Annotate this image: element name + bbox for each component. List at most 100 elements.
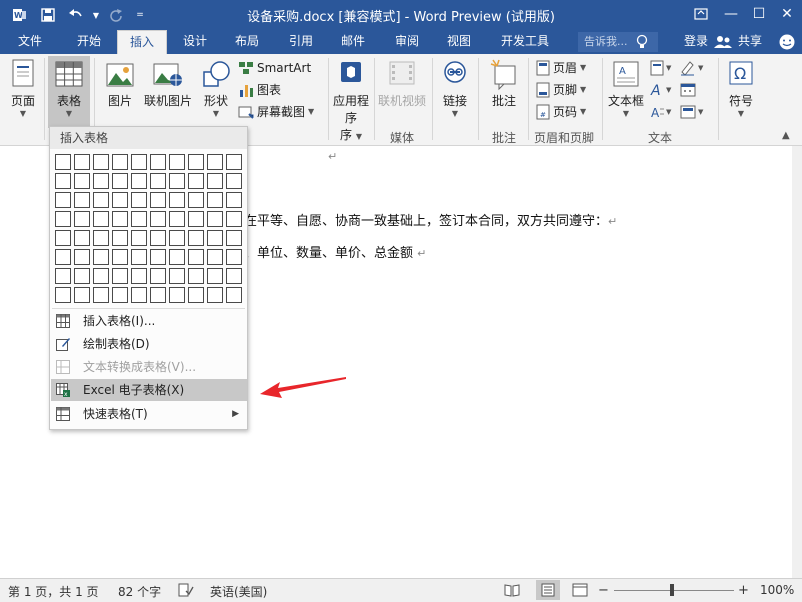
date-time-icon[interactable]	[680, 82, 706, 101]
table-grid-cell[interactable]	[226, 287, 242, 303]
table-grid-cell[interactable]	[74, 211, 90, 227]
minimize-button[interactable]: —	[718, 3, 744, 25]
tab-home[interactable]: 开始	[64, 30, 114, 54]
shapes-button[interactable]: 形状 ▼	[198, 58, 234, 118]
maximize-button[interactable]: ☐	[746, 3, 772, 25]
table-grid-cell[interactable]	[112, 230, 128, 246]
tab-developer[interactable]: 开发工具	[492, 30, 558, 54]
table-grid-cell[interactable]	[112, 287, 128, 303]
tab-file[interactable]: 文件	[6, 30, 54, 54]
table-grid-cell[interactable]	[207, 268, 223, 284]
table-grid-cell[interactable]	[131, 211, 147, 227]
table-grid-cell[interactable]	[150, 249, 166, 265]
table-grid-cell[interactable]	[169, 230, 185, 246]
proofing-icon[interactable]	[178, 583, 194, 600]
table-grid-cell[interactable]	[207, 192, 223, 208]
zoom-out-button[interactable]: −	[598, 583, 609, 598]
table-grid-cell[interactable]	[55, 230, 71, 246]
tab-mailings[interactable]: 邮件	[330, 30, 376, 54]
status-word-count[interactable]: 82 个字	[118, 583, 161, 600]
table-grid-cell[interactable]	[188, 154, 204, 170]
table-grid-cell[interactable]	[150, 230, 166, 246]
screenshot-button[interactable]: 屏幕截图 ▼	[238, 102, 314, 122]
tab-review[interactable]: 审阅	[384, 30, 430, 54]
page-number-button[interactable]: # 页码 ▼	[536, 102, 586, 122]
tab-view[interactable]: 视图	[436, 30, 482, 54]
table-grid-cell[interactable]	[207, 211, 223, 227]
table-grid-cell[interactable]	[131, 230, 147, 246]
tab-references[interactable]: 引用	[278, 30, 324, 54]
signature-line-icon[interactable]: ▼	[680, 60, 706, 79]
table-grid-cell[interactable]	[226, 230, 242, 246]
status-page-count[interactable]: 第 1 页，共 1 页	[8, 583, 99, 600]
table-grid-cell[interactable]	[226, 173, 242, 189]
tab-insert[interactable]: 插入	[117, 30, 167, 54]
table-grid-cell[interactable]	[131, 249, 147, 265]
login-button[interactable]: 登录	[684, 30, 708, 54]
table-grid-cell[interactable]	[169, 192, 185, 208]
print-layout-icon[interactable]	[540, 583, 556, 600]
table-grid-cell[interactable]	[169, 268, 185, 284]
table-grid-cell[interactable]	[188, 287, 204, 303]
zoom-slider-thumb[interactable]	[670, 584, 674, 596]
table-grid-cell[interactable]	[207, 154, 223, 170]
table-grid-cell[interactable]	[188, 249, 204, 265]
footer-button[interactable]: 页脚 ▼	[536, 80, 586, 100]
table-grid-cell[interactable]	[93, 268, 109, 284]
table-grid-cell[interactable]	[93, 192, 109, 208]
table-grid-cell[interactable]	[150, 192, 166, 208]
table-grid-cell[interactable]	[74, 173, 90, 189]
tab-design[interactable]: 设计	[172, 30, 218, 54]
online-video-button[interactable]: 联机视频	[376, 58, 428, 109]
table-grid-cell[interactable]	[188, 173, 204, 189]
document-line-2[interactable]: 、单位、数量、单价、总金额 ↵	[244, 242, 426, 261]
table-grid-cell[interactable]	[169, 211, 185, 227]
chart-button[interactable]: 图表	[238, 80, 281, 100]
table-grid-cell[interactable]	[112, 192, 128, 208]
table-grid-cell[interactable]	[188, 211, 204, 227]
table-grid-cell[interactable]	[55, 268, 71, 284]
status-language[interactable]: 英语(美国)	[210, 583, 267, 600]
share-button[interactable]: 共享	[738, 30, 762, 54]
table-grid-cell[interactable]	[169, 173, 185, 189]
table-grid-cell[interactable]	[131, 287, 147, 303]
table-grid-cell[interactable]	[93, 154, 109, 170]
ribbon-display-icon[interactable]	[688, 3, 714, 25]
table-grid-cell[interactable]	[226, 154, 242, 170]
table-grid-cell[interactable]	[169, 287, 185, 303]
table-grid-cell[interactable]	[74, 249, 90, 265]
close-button[interactable]: ✕	[774, 3, 800, 25]
smartart-button[interactable]: SmartArt	[238, 58, 311, 78]
table-grid-cell[interactable]	[112, 249, 128, 265]
drop-cap-icon[interactable]: A ▼	[650, 104, 674, 123]
table-grid-cell[interactable]	[150, 211, 166, 227]
table-grid-cell[interactable]	[112, 154, 128, 170]
table-grid-cell[interactable]	[150, 154, 166, 170]
table-grid-cell[interactable]	[226, 211, 242, 227]
zoom-level[interactable]: 100%	[760, 583, 794, 597]
header-button[interactable]: 页眉 ▼	[536, 58, 586, 78]
apps-button[interactable]: 应用程序 序 ▼	[332, 58, 370, 143]
textbox-button[interactable]: A 文本框 ▼	[606, 58, 646, 118]
table-grid-cell[interactable]	[55, 192, 71, 208]
table-grid-cell[interactable]	[93, 211, 109, 227]
table-grid-cell[interactable]	[188, 192, 204, 208]
table-grid-cell[interactable]	[55, 287, 71, 303]
feedback-icon[interactable]	[778, 33, 796, 54]
pages-button[interactable]: 页面 ▼	[6, 58, 40, 118]
table-grid-cell[interactable]	[55, 154, 71, 170]
menu-item-insert-table[interactable]: 插入表格(I)...	[51, 310, 247, 332]
object-icon[interactable]: ▼	[680, 104, 706, 123]
zoom-in-button[interactable]: +	[738, 583, 749, 598]
table-grid-cell[interactable]	[131, 173, 147, 189]
table-grid-cell[interactable]	[112, 211, 128, 227]
table-grid-cell[interactable]	[207, 173, 223, 189]
comment-button[interactable]: 批注	[484, 58, 524, 109]
table-grid-cell[interactable]	[74, 287, 90, 303]
table-grid-cell[interactable]	[74, 230, 90, 246]
table-grid-cell[interactable]	[150, 287, 166, 303]
menu-item-draw-table[interactable]: 绘制表格(D)	[51, 333, 247, 355]
table-grid-cell[interactable]	[74, 268, 90, 284]
quick-parts-icon[interactable]: ▼	[650, 60, 674, 79]
table-grid-cell[interactable]	[112, 173, 128, 189]
